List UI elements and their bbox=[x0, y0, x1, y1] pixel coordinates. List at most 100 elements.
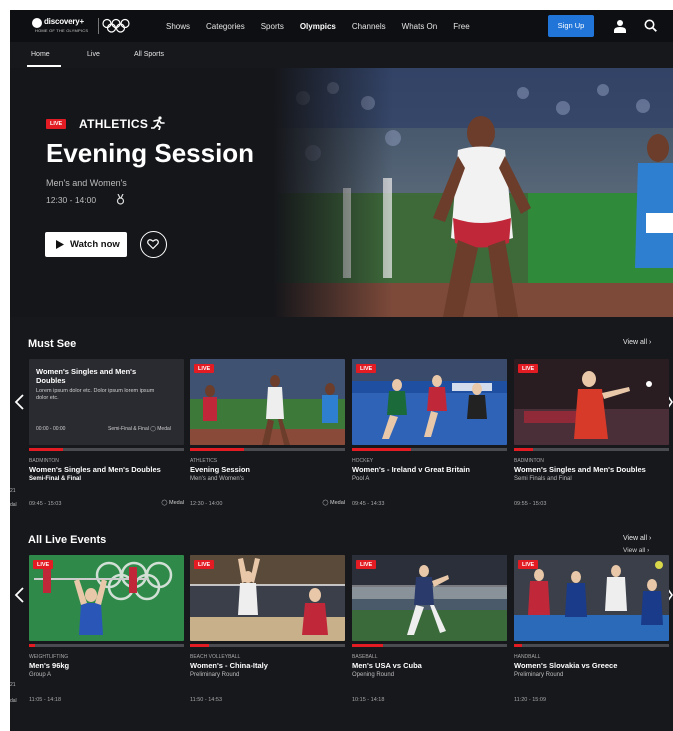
hero-live-badge: LIVE bbox=[46, 119, 67, 129]
live-badge: LIVE bbox=[356, 364, 377, 373]
live-badge: LIVE bbox=[518, 560, 539, 569]
card-title: Women's Singles and Men's Doubles bbox=[29, 465, 161, 474]
hero-banner[interactable]: LIVE ATHLETICS Evening Session Men's and… bbox=[10, 68, 673, 317]
card-title: Women's Slovakia vs Greece bbox=[514, 661, 618, 670]
brand-logo[interactable]: discovery+ HOME OF THE OLYMPICS bbox=[32, 16, 94, 36]
event-thumbnail: LIVE bbox=[190, 555, 345, 641]
must-see-view-all[interactable]: View all › bbox=[623, 339, 651, 346]
event-thumbnail: Women's Singles and Men's Doubles Lorem … bbox=[29, 359, 184, 445]
view-all-ghost-label: View all bbox=[623, 547, 646, 554]
overlay-description: Lorem ipsum dolor etc. Dolor ipsum lorem… bbox=[36, 388, 155, 401]
nav-link-sports[interactable]: Sports bbox=[261, 22, 284, 31]
card-sport: HOCKEY bbox=[352, 458, 374, 464]
card-title: Men's USA vs Cuba bbox=[352, 661, 422, 670]
overlay-medal-label: Medal bbox=[157, 426, 171, 432]
medal-icon bbox=[116, 194, 125, 205]
progress-bar bbox=[29, 448, 184, 451]
live-badge: LIVE bbox=[33, 560, 54, 569]
live-badge: LIVE bbox=[194, 560, 215, 569]
card-subtitle: Group A bbox=[29, 672, 52, 678]
card-subtitle: Opening Round bbox=[352, 672, 395, 678]
nav-link-categories[interactable]: Categories bbox=[206, 22, 245, 31]
logo-divider bbox=[98, 18, 99, 34]
progress-bar bbox=[514, 448, 669, 451]
search-icon[interactable] bbox=[644, 19, 657, 32]
heart-icon bbox=[147, 239, 159, 250]
nav-link-shows[interactable]: Shows bbox=[166, 22, 190, 31]
event-thumbnail: LIVE bbox=[352, 359, 507, 445]
card-medal: ◯ Medal bbox=[161, 500, 184, 506]
card-subtitle: Semi-Final & Final bbox=[29, 476, 82, 482]
brand-tagline: HOME OF THE OLYMPICS bbox=[35, 28, 89, 33]
nav-link-free[interactable]: Free bbox=[453, 22, 469, 31]
card-subtitle: Preliminary Round bbox=[514, 672, 564, 678]
card-sport: BADMINTON bbox=[29, 458, 59, 464]
card-title: Women's Singles and Men's Doubles bbox=[514, 465, 646, 474]
card-medal-label: Medal bbox=[330, 500, 345, 506]
hero-subtitle: Men's and Women's bbox=[46, 178, 127, 188]
card-time: 11:05 - 14:18 bbox=[29, 697, 62, 703]
olympic-rings-icon bbox=[102, 18, 130, 33]
card-sport: BADMINTON bbox=[514, 458, 544, 464]
card-subtitle: Preliminary Round bbox=[190, 672, 240, 678]
must-see-prev-arrow[interactable] bbox=[14, 394, 26, 410]
card-title: Evening Session bbox=[190, 465, 251, 474]
nav-link-channels[interactable]: Channels bbox=[352, 22, 386, 31]
all-live-prev-arrow[interactable] bbox=[14, 587, 26, 603]
app-window: discovery+ HOME OF THE OLYMPICS Shows Ca… bbox=[10, 10, 673, 731]
overlay-round-label: Semi-Final & Final bbox=[108, 426, 149, 432]
watch-now-label: Watch now bbox=[70, 239, 120, 250]
view-all-ghost: View all › bbox=[623, 547, 649, 554]
all-live-events-heading: All Live Events bbox=[28, 534, 107, 546]
overlay-time: 00:00 - 00:00 bbox=[36, 426, 66, 432]
card-subtitle: Men's and Women's bbox=[190, 476, 244, 482]
card-sport: BASEBALL bbox=[352, 654, 378, 660]
live-badge: LIVE bbox=[518, 364, 539, 373]
card-subtitle: Semi Finals and Final bbox=[514, 476, 572, 482]
live-badge: LIVE bbox=[194, 364, 215, 373]
medal-icon: ◯ bbox=[322, 500, 331, 506]
running-icon bbox=[151, 116, 165, 130]
card-medal-label: Medal bbox=[169, 500, 184, 506]
tab-live[interactable]: Live bbox=[87, 51, 100, 58]
card-title: Men's 96kg bbox=[29, 661, 70, 670]
favorite-button[interactable] bbox=[140, 231, 167, 258]
hero-title: Evening Session bbox=[46, 138, 255, 168]
card-time: 10:15 - 14:18 bbox=[352, 697, 385, 703]
edge-text: 21 bbox=[10, 682, 16, 688]
progress-bar bbox=[29, 644, 184, 647]
sign-up-button[interactable]: Sign Up bbox=[548, 15, 594, 37]
card-sport: WEIGHTLIFTING bbox=[29, 654, 69, 660]
medal-icon: ◯ bbox=[161, 500, 170, 506]
sub-navigation: Home Live All Sports bbox=[10, 42, 673, 68]
card-time: 11:20 - 15:09 bbox=[514, 697, 547, 703]
tab-all-sports[interactable]: All Sports bbox=[134, 51, 164, 58]
watch-now-button[interactable]: Watch now bbox=[45, 232, 127, 257]
card-time: 09:45 - 14:33 bbox=[352, 501, 385, 507]
discovery-globe-icon bbox=[32, 18, 42, 28]
event-thumbnail: LIVE bbox=[29, 555, 184, 641]
nav-link-whats-on[interactable]: Whats On bbox=[402, 22, 438, 31]
user-icon[interactable] bbox=[614, 19, 626, 33]
event-thumbnail: LIVE bbox=[514, 555, 669, 641]
chevron-right-icon: › bbox=[648, 339, 652, 346]
tab-home[interactable]: Home bbox=[31, 51, 50, 58]
event-thumbnail: LIVE bbox=[352, 555, 507, 641]
chevron-right-icon: › bbox=[648, 535, 652, 542]
hero-time: 12:30 - 14:00 bbox=[46, 195, 97, 205]
card-title: Women's - Ireland v Great Britain bbox=[352, 465, 470, 474]
chevron-right-icon: › bbox=[647, 547, 650, 554]
overlay-round: Semi-Final & Final ◯ Medal bbox=[108, 426, 171, 432]
brand-name: discovery+ bbox=[44, 17, 85, 26]
edge-text: 21 bbox=[10, 488, 16, 494]
edge-text: dal bbox=[10, 502, 17, 508]
card-time: 12:30 - 14:00 bbox=[190, 501, 223, 507]
must-see-heading: Must See bbox=[28, 338, 77, 350]
live-badge: LIVE bbox=[356, 560, 377, 569]
top-navigation: discovery+ HOME OF THE OLYMPICS Shows Ca… bbox=[10, 10, 673, 42]
card-sport: ATHLETICS bbox=[190, 458, 218, 464]
progress-bar bbox=[190, 448, 345, 451]
card-time: 11:50 - 14:53 bbox=[190, 697, 223, 703]
all-live-view-all[interactable]: View all › bbox=[623, 535, 651, 542]
nav-link-olympics[interactable]: Olympics bbox=[300, 22, 336, 31]
